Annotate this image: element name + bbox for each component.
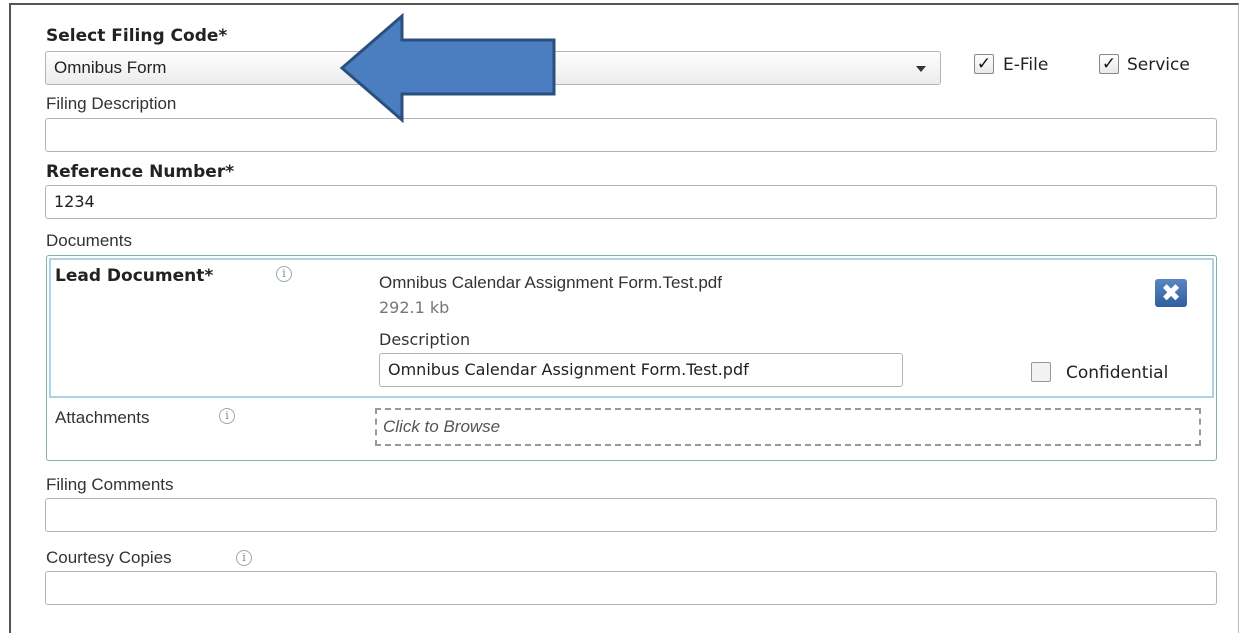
lead-document-label: Lead Document* [55, 266, 214, 286]
documents-label: Documents [46, 231, 132, 250]
confidential-checkbox[interactable] [1031, 362, 1051, 382]
info-icon[interactable]: i [236, 550, 252, 566]
description-label: Description [379, 330, 471, 349]
service-label: Service [1127, 55, 1190, 75]
efile-label: E-File [1003, 55, 1049, 75]
efile-checkbox[interactable]: ✓ [974, 54, 994, 74]
service-checkbox[interactable]: ✓ [1099, 54, 1119, 74]
arrow-shape [339, 12, 556, 123]
filing-description-label: Filing Description [46, 94, 177, 113]
browse-dropzone[interactable]: Click to Browse [375, 408, 1201, 446]
info-icon[interactable]: i [276, 266, 292, 282]
confidential-label: Confidential [1066, 363, 1169, 383]
filing-comments-input[interactable] [45, 498, 1217, 532]
courtesy-copies-label: Courtesy Copies [46, 548, 172, 567]
reference-number-input[interactable]: 1234 [45, 185, 1217, 219]
filing-code-value: Omnibus Form [54, 58, 167, 77]
description-input[interactable]: Omnibus Calendar Assignment Form.Test.pd… [379, 353, 903, 387]
chevron-down-icon [916, 66, 926, 72]
filing-comments-label: Filing Comments [46, 475, 174, 494]
attachments-label: Attachments [55, 408, 150, 427]
close-icon[interactable]: ✖ [1155, 279, 1187, 307]
reference-number-label: Reference Number* [46, 162, 235, 182]
info-icon[interactable]: i [219, 408, 235, 424]
filing-description-input[interactable] [45, 118, 1217, 152]
filing-code-label: Select Filing Code* [46, 26, 228, 46]
annotation-arrow [339, 12, 556, 123]
lead-file-name: Omnibus Calendar Assignment Form.Test.pd… [379, 273, 722, 292]
courtesy-copies-input[interactable] [45, 571, 1217, 605]
lead-file-size: 292.1 kb [379, 298, 450, 317]
